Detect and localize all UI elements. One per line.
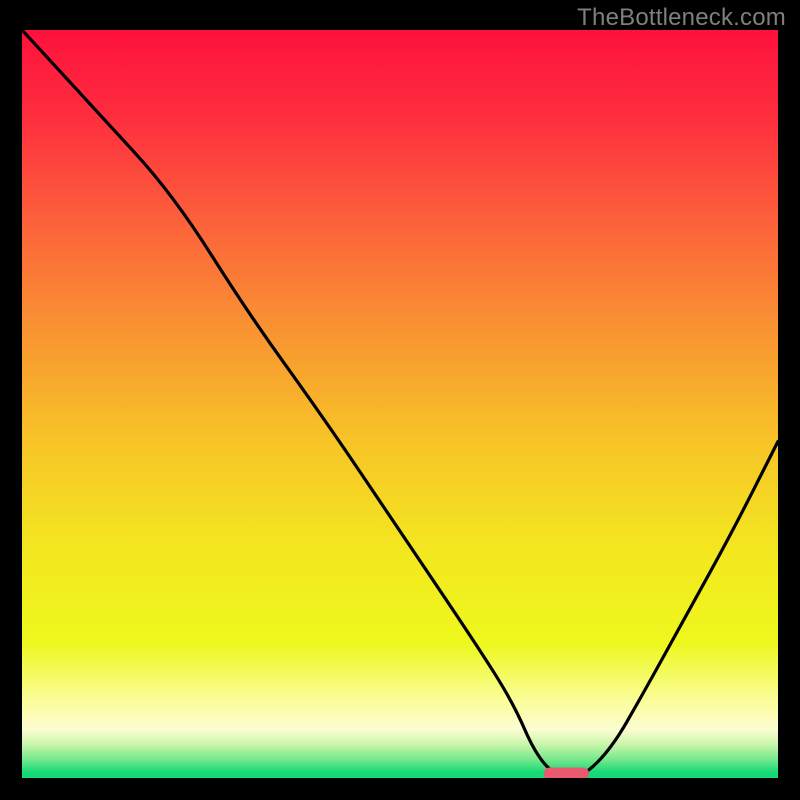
watermark-text: TheBottleneck.com (577, 4, 786, 32)
optimum-marker (544, 768, 589, 779)
chart-plot-area (22, 30, 778, 778)
chart-svg (22, 30, 778, 778)
gradient-background (22, 30, 778, 778)
chart-frame: TheBottleneck.com (0, 0, 800, 800)
